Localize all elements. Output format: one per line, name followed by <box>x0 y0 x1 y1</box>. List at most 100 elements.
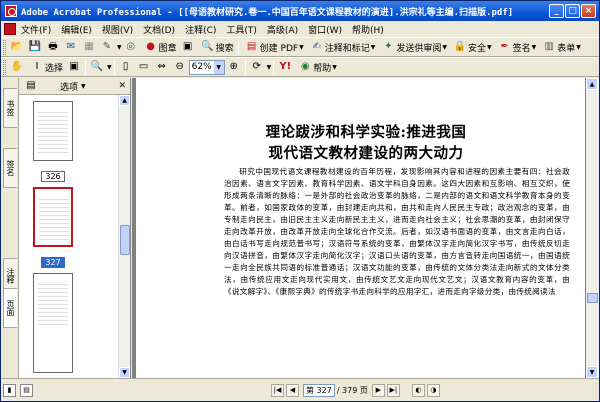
chevron-down-icon[interactable]: ▼ <box>107 64 112 71</box>
tab-bookmarks[interactable]: 书签 <box>3 88 17 128</box>
sign-button[interactable]: ✒ 签名 ▼ <box>494 40 539 54</box>
previous-page-icon[interactable]: ◀ <box>286 383 299 397</box>
page-thumbnail[interactable] <box>33 273 73 373</box>
text-cursor-icon: I <box>35 61 39 72</box>
tools-toolbar: ✋ I 选择 ▣ 🔍 ▼ ▯ ▭ ⇔ ⊖ 62% ▼ ⊕ ⟳ ▼ Y! ◉ 帮助… <box>1 57 599 77</box>
options-menu[interactable]: 选项 ▼ <box>60 80 86 93</box>
security-button[interactable]: 🔒 安全 ▼ <box>449 40 494 54</box>
create-pdf-icon: ▤ <box>246 41 257 52</box>
document-view[interactable]: 理论跋涉和科学实验:推进我国 现代语文教材建设的两大动力 研究中国现代语文课程教… <box>132 78 599 378</box>
chevron-down-icon: ▼ <box>213 60 224 74</box>
document-scrollbar[interactable]: ▲ ▼ <box>586 78 599 378</box>
menu-edit[interactable]: 编辑(E) <box>56 23 97 36</box>
page-layout-icon[interactable]: ▮ <box>3 383 16 397</box>
fit-width-icon[interactable]: ⇔ <box>155 60 169 74</box>
document-menu-icon[interactable] <box>4 23 16 35</box>
fit-page-icon[interactable]: ▭ <box>137 60 151 74</box>
comment-icon: ✍ <box>312 41 321 52</box>
pages-panel: ▤ 选项 ▼ ✕ 326 327 ▲ ▼ <box>19 78 131 378</box>
camera-icon[interactable]: ▣ <box>181 40 195 54</box>
tab-pages[interactable]: 页面 <box>3 288 17 328</box>
zoom-level-select[interactable]: 62% ▼ <box>188 59 225 75</box>
last-page-icon[interactable]: ▶| <box>386 383 400 397</box>
create-pdf-button[interactable]: ▤ 创建 PDF ▼ <box>241 40 306 54</box>
forms-button[interactable]: ▥ 表单 ▼ <box>538 40 583 54</box>
toolbar-separator <box>113 59 115 75</box>
create-pdf-label: 创建 PDF <box>259 43 299 54</box>
thumbnail-list: 326 327 <box>19 95 119 378</box>
menu-advanced[interactable]: 高级(A) <box>262 23 303 36</box>
menu-bar: 文件(F) 编辑(E) 视图(V) 文档(D) 注释(C) 工具(T) 高级(A… <box>1 21 599 37</box>
menu-view[interactable]: 视图(V) <box>97 23 138 36</box>
toolbar-separator <box>237 39 239 55</box>
acrobat-app-icon[interactable] <box>5 5 17 17</box>
next-view-icon[interactable]: ◑ <box>426 383 440 397</box>
scroll-up-icon[interactable]: ▲ <box>119 95 130 106</box>
chevron-down-icon[interactable]: ▼ <box>267 64 272 71</box>
rotate-icon[interactable]: ⟳ <box>250 60 264 74</box>
status-bar: ▮ ▤ |◀ ◀ 第 327 / 379 页 ▶ ▶| ◐ ◑ <box>1 378 599 401</box>
thumbnail-scrollbar[interactable]: ▲ ▼ <box>118 95 130 378</box>
stamp-button[interactable]: ● 图章 <box>140 40 179 54</box>
pages-panel-header: ▤ 选项 ▼ ✕ <box>19 78 130 95</box>
toolbar-grip[interactable] <box>3 39 6 55</box>
close-icon[interactable]: ✕ <box>118 81 126 91</box>
options-label: 选项 <box>60 82 79 93</box>
zoom-in-icon[interactable]: 🔍 <box>90 60 104 74</box>
sign-label: 签名 <box>512 43 531 54</box>
heading-line-1: 理论跋涉和科学实验:推进我国 <box>265 124 467 141</box>
minimize-button[interactable]: _ <box>549 4 564 18</box>
zoom-in-plus-icon[interactable]: ⊕ <box>227 60 241 74</box>
next-page-icon[interactable]: ▶ <box>371 383 385 397</box>
toolbar-grip[interactable] <box>3 59 6 75</box>
menu-comments[interactable]: 注释(C) <box>180 23 221 36</box>
attach-icon[interactable]: ✎ <box>100 40 114 54</box>
select-tool-button[interactable]: I 选择 <box>26 60 65 74</box>
select-label: 选择 <box>45 63 64 74</box>
chevron-down-icon: ▼ <box>332 63 337 71</box>
actual-size-icon[interactable]: ▯ <box>119 60 133 74</box>
close-button[interactable]: × <box>581 4 596 18</box>
acrobat-window: Adobe Acrobat Professional - [[母语教材研究.卷一… <box>0 0 600 402</box>
menu-document[interactable]: 文档(D) <box>138 23 180 36</box>
globe-icon[interactable]: ◎ <box>124 40 138 54</box>
pdf-page[interactable]: 理论跋涉和科学实验:推进我国 现代语文教材建设的两大动力 研究中国现代语文课程教… <box>136 78 585 378</box>
window-controls: _ □ × <box>549 4 596 18</box>
scroll-up-icon[interactable]: ▲ <box>586 78 598 90</box>
toolbar-separator <box>85 59 87 75</box>
current-page-field[interactable]: 第 327 <box>303 383 335 397</box>
menu-help[interactable]: 帮助(H) <box>347 23 389 36</box>
first-page-icon[interactable]: |◀ <box>271 383 284 397</box>
panel-menu-icon[interactable]: ▤ <box>24 79 38 93</box>
toolbar-separator <box>244 59 246 75</box>
menu-window[interactable]: 窗口(W) <box>303 23 347 36</box>
document-properties-icon[interactable]: ▤ <box>20 383 33 397</box>
tab-signatures[interactable]: 签名 <box>3 148 17 188</box>
scroll-thumb[interactable] <box>120 225 130 255</box>
hand-tool-icon[interactable]: ✋ <box>10 60 24 74</box>
menu-tools[interactable]: 工具(T) <box>221 23 262 36</box>
scroll-down-icon[interactable]: ▼ <box>586 366 598 378</box>
open-folder-icon[interactable]: 📂 <box>10 40 24 54</box>
maximize-button[interactable]: □ <box>565 4 580 18</box>
help-button[interactable]: ◉ 帮助 ▼ <box>294 60 339 74</box>
yahoo-icon[interactable]: Y! <box>278 60 292 74</box>
print-icon[interactable]: 🖶 <box>46 40 60 54</box>
scroll-thumb[interactable] <box>587 293 598 303</box>
search-button[interactable]: 🔍 搜索 <box>197 40 236 54</box>
send-review-button[interactable]: ✦ 发送供审阅 ▼ <box>377 40 449 54</box>
scroll-down-icon[interactable]: ▼ <box>119 367 130 378</box>
email-icon[interactable]: ✉ <box>64 40 78 54</box>
page-thumbnail[interactable] <box>33 101 73 161</box>
previous-view-icon[interactable]: ◐ <box>411 383 425 397</box>
page-thumbnail-selected[interactable] <box>33 187 73 247</box>
chevron-down-icon[interactable]: ▼ <box>117 44 122 51</box>
comment-markup-button[interactable]: ✍ 注释和标记 ▼ <box>306 40 378 54</box>
chevron-down-icon: ▼ <box>442 43 447 51</box>
snapshot-icon[interactable]: ▣ <box>67 60 81 74</box>
heading-line-2: 现代语文教材建设的两大动力 <box>268 145 464 162</box>
organize-icon[interactable]: ▦ <box>82 40 96 54</box>
save-icon[interactable]: 💾 <box>28 40 42 54</box>
menu-file[interactable]: 文件(F) <box>16 23 56 36</box>
zoom-out-icon[interactable]: ⊖ <box>173 60 187 74</box>
